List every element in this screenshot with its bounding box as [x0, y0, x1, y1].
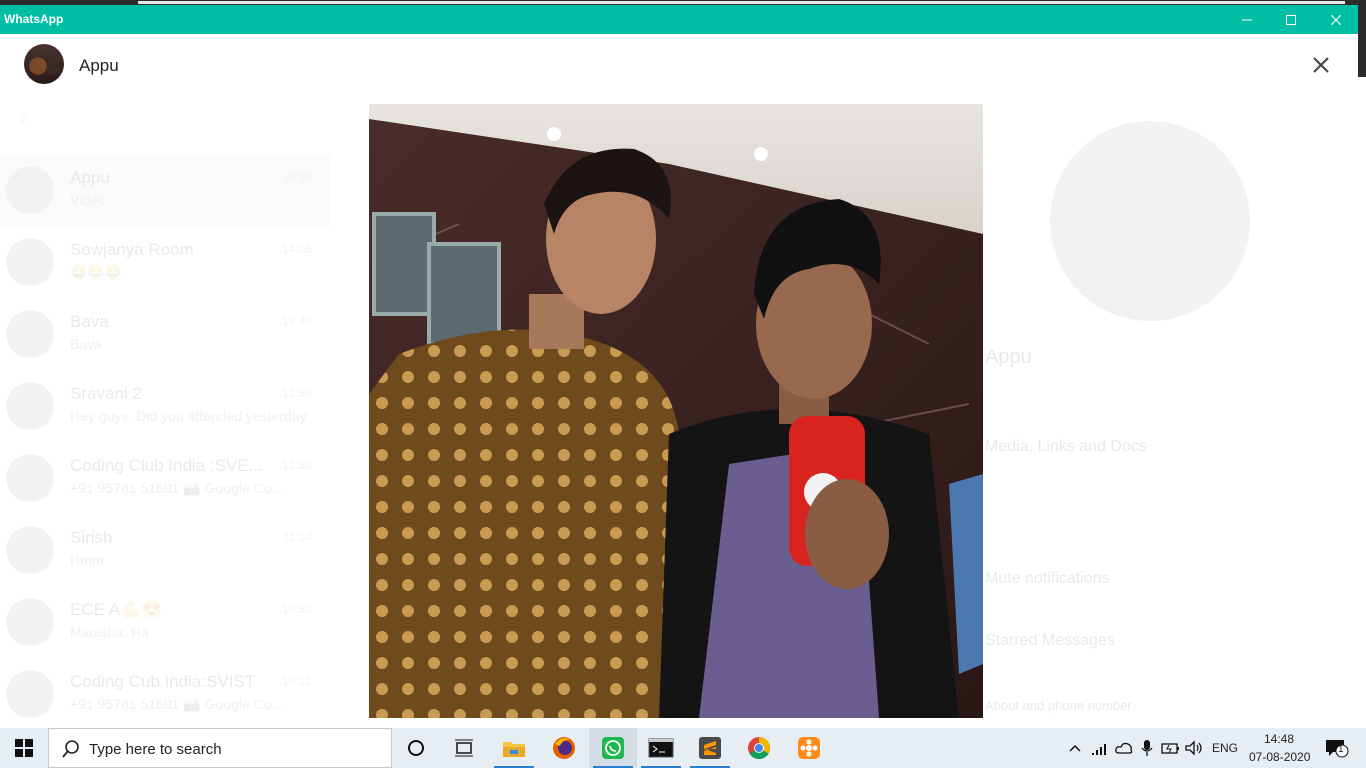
minimize-button[interactable] — [1224, 5, 1270, 34]
search-icon: ⌕ — [20, 110, 28, 126]
clock-date[interactable]: 07-08-2020 — [1249, 750, 1310, 764]
mute-notifications[interactable]: Mute notifications — [985, 570, 1110, 588]
maximize-icon — [1286, 14, 1296, 25]
battery-icon — [1161, 743, 1179, 754]
close-icon — [1331, 14, 1341, 25]
chat-list: ⌕ Appu Video 15:30 Sowjanya Room 😂😂😂 14:… — [0, 96, 330, 728]
avatar — [6, 166, 54, 214]
action-center-button[interactable]: 1 — [1324, 738, 1350, 758]
terminal-button[interactable] — [637, 728, 685, 768]
onedrive-button[interactable] — [1114, 738, 1134, 758]
avatar[interactable] — [24, 44, 64, 84]
cloud-icon — [1115, 742, 1133, 754]
search-icon — [62, 740, 79, 758]
sublime-text-icon — [699, 737, 721, 759]
firefox-icon — [553, 737, 575, 759]
list-item[interactable]: Sravani 2 Hey guys, Did you attended yes… — [0, 370, 330, 442]
clock-time[interactable]: 14:48 — [1264, 732, 1294, 746]
contact-name[interactable]: Appu — [79, 56, 119, 76]
avatar — [6, 310, 54, 358]
chrome-icon — [748, 737, 770, 759]
app-button[interactable] — [785, 728, 833, 768]
avatar — [6, 598, 54, 646]
window-title: WhatsApp — [4, 12, 64, 26]
list-item[interactable]: Appu Video 15:30 — [0, 154, 330, 226]
show-hidden-icons-button[interactable] — [1065, 738, 1085, 758]
title-bar: WhatsApp — [0, 5, 1358, 34]
avatar — [6, 526, 54, 574]
avatar — [6, 670, 54, 718]
microphone-icon — [1141, 740, 1153, 756]
taskbar: Type here to search ENG 14:48 07-08-2020… — [0, 728, 1366, 768]
media-viewer-header: Appu — [0, 34, 1358, 96]
list-item[interactable]: Sowjanya Room 😂😂😂 14:05 — [0, 226, 330, 298]
cortana-button[interactable] — [392, 728, 440, 768]
start-button[interactable] — [0, 728, 48, 768]
cortana-icon — [408, 740, 424, 756]
file-explorer-button[interactable] — [490, 728, 538, 768]
loading-bar — [138, 1, 1345, 4]
language-indicator[interactable]: ENG — [1212, 741, 1238, 755]
about-phone: About and phone number — [985, 698, 1132, 713]
list-item[interactable]: ECE A💪😍 Manisha: Ha 10:52 — [0, 586, 330, 658]
avatar — [6, 382, 54, 430]
list-item[interactable]: Coding Cub India:SVIST +91 95781 51691 📷… — [0, 658, 330, 730]
scrollbar[interactable] — [1358, 5, 1366, 77]
avatar — [6, 238, 54, 286]
maximize-button[interactable] — [1268, 5, 1314, 34]
folder-icon — [503, 742, 525, 757]
photo-image — [369, 104, 983, 718]
media-links-docs[interactable]: Media, Links and Docs — [985, 438, 1147, 456]
flower-app-icon — [798, 737, 820, 759]
whatsapp-taskbar-button[interactable] — [589, 728, 637, 768]
firefox-button[interactable] — [540, 728, 588, 768]
list-item[interactable]: Sirish Hmm 11:14 — [0, 514, 330, 586]
search-placeholder: Type here to search — [89, 741, 222, 758]
notification-icon — [1326, 740, 1349, 758]
wifi-button[interactable] — [1090, 738, 1110, 758]
microphone-button[interactable] — [1137, 738, 1157, 758]
task-view-button[interactable] — [440, 728, 488, 768]
sublime-text-button[interactable] — [686, 728, 734, 768]
taskbar-search-box[interactable]: Type here to search — [48, 728, 392, 768]
speaker-icon — [1185, 740, 1202, 756]
terminal-icon — [648, 738, 674, 758]
list-item[interactable]: Coding Club India :SVE... +91 95781 5169… — [0, 442, 330, 514]
close-window-button[interactable] — [1313, 5, 1359, 34]
volume-button[interactable] — [1184, 738, 1204, 758]
wifi-icon — [1092, 744, 1106, 755]
profile-photo — [1050, 121, 1250, 321]
list-item[interactable]: Bava Bava 13:40 — [0, 298, 330, 370]
contact-info-name: Appu — [985, 346, 1032, 368]
whatsapp-icon — [602, 737, 624, 759]
avatar — [6, 454, 54, 502]
minimize-icon — [1242, 19, 1252, 20]
chrome-button[interactable] — [735, 728, 783, 768]
profile-photo-large — [369, 104, 983, 718]
task-view-icon — [455, 739, 473, 757]
starred-messages[interactable]: Starred Messages — [985, 632, 1115, 650]
windows-logo-icon — [15, 739, 33, 757]
close-viewer-icon[interactable] — [1308, 52, 1334, 78]
notification-count: 1 — [1338, 744, 1344, 755]
battery-button[interactable] — [1161, 738, 1181, 758]
chevron-up-icon — [1069, 744, 1081, 752]
